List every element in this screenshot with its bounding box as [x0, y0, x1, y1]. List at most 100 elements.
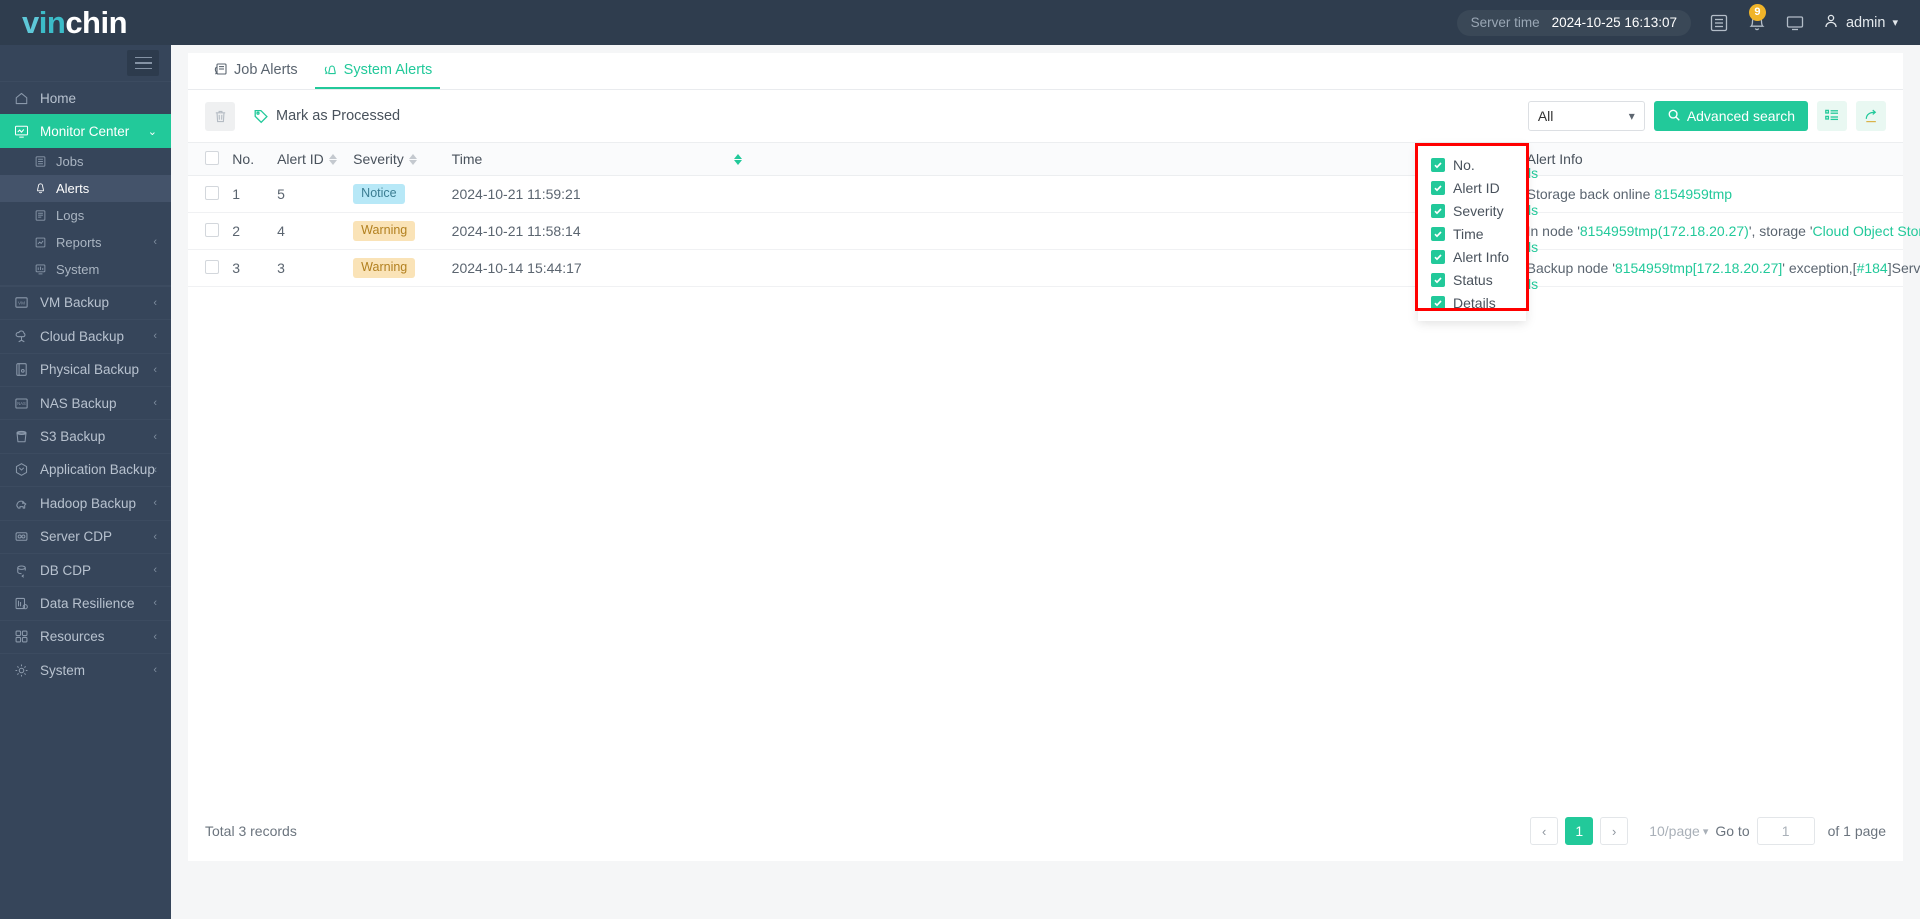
row-checkbox[interactable] [205, 260, 219, 274]
tab-system-alerts[interactable]: System Alerts [315, 53, 441, 89]
details-link-fragment[interactable]: ls [1528, 276, 1538, 292]
sidebar-subitem-label: System [56, 262, 99, 277]
app-icon [14, 462, 36, 477]
sidebar-item-system[interactable]: System‹ [0, 653, 171, 686]
trash-icon[interactable] [205, 102, 235, 131]
user-icon [1823, 13, 1839, 33]
mark-as-processed-label: Mark as Processed [276, 108, 400, 124]
sidebar-subitem-logs[interactable]: Logs [0, 202, 171, 229]
sidebar-item-nas-backup[interactable]: NASNAS Backup‹ [0, 386, 171, 419]
sidebar-subitem-alerts[interactable]: Alerts [0, 175, 171, 202]
filter-select[interactable]: All ▾ [1528, 101, 1645, 131]
column-option-time[interactable]: Time [1418, 222, 1526, 245]
select-all-checkbox[interactable] [205, 151, 219, 165]
sidebar-item-label: Physical Backup [40, 362, 139, 377]
export-icon[interactable] [1856, 101, 1886, 131]
checkbox-checked-icon[interactable] [1431, 204, 1445, 218]
sidebar-item-label: Data Resilience [40, 596, 135, 611]
checkbox-checked-icon[interactable] [1431, 181, 1445, 195]
sidebar-item-vm-backup[interactable]: VMVM Backup‹ [0, 286, 171, 319]
sidebar-item-home[interactable]: Home [0, 81, 171, 114]
alert-info-part: ', storage ' [1749, 223, 1813, 239]
checkbox-checked-icon[interactable] [1431, 227, 1445, 241]
sidebar-item-label: VM Backup [40, 295, 109, 310]
column-option-no-[interactable]: No. [1418, 153, 1526, 176]
checkbox-checked-icon[interactable] [1431, 273, 1445, 287]
tab-job-alerts[interactable]: Job Alerts [205, 53, 306, 89]
column-option-alert-id[interactable]: Alert ID [1418, 176, 1526, 199]
prev-page-button[interactable]: ‹ [1530, 817, 1558, 845]
table-row[interactable]: 24Warning2024-10-21 11:58:14In node '815… [188, 213, 1903, 250]
table-row[interactable]: 33Warning2024-10-14 15:44:17Backup node … [188, 250, 1903, 287]
sidebar-item-data-resilience[interactable]: Data Resilience‹ [0, 586, 171, 619]
server-icon [14, 362, 36, 377]
checkbox-checked-icon[interactable] [1431, 158, 1445, 172]
main-content: Job Alerts System Alerts Mark as Processe… [171, 45, 1920, 919]
sidebar-subitem-jobs[interactable]: Jobs [0, 148, 171, 175]
monitor-center-submenu: Jobs Alerts LogsReports‹ System [0, 148, 171, 286]
sidebar-item-label: Application Backup [40, 462, 155, 477]
sidebar-subitem-label: Alerts [56, 181, 89, 196]
sidebar-subitem-reports[interactable]: Reports‹ [0, 229, 171, 256]
details-link-fragment[interactable]: ls [1528, 202, 1538, 218]
column-option-label: Status [1453, 272, 1493, 288]
cell-no: 1 [228, 176, 273, 213]
column-option-severity[interactable]: Severity [1418, 199, 1526, 222]
column-visibility-panel[interactable]: No.Alert IDSeverityTimeAlert Info Status D… [1418, 146, 1526, 321]
col-alert-id[interactable]: Alert ID [273, 143, 349, 176]
sidebar-item-monitor-center[interactable]: Monitor Center⌄ [0, 114, 171, 147]
tag-icon [253, 108, 269, 124]
chevron-right-icon: ‹ [153, 564, 157, 576]
monitor-icon[interactable] [1785, 13, 1805, 33]
row-checkbox[interactable] [205, 186, 219, 200]
sidebar-item-s3-backup[interactable]: S3 Backup‹ [0, 419, 171, 452]
bell-icon[interactable]: 9 [1747, 13, 1767, 33]
monitor-center-icon [14, 124, 36, 139]
advanced-search-button[interactable]: Advanced search [1654, 101, 1808, 131]
checkbox-checked-icon[interactable] [1431, 296, 1445, 310]
columns-settings-icon[interactable] [1817, 101, 1847, 131]
details-link-fragment[interactable]: ls [1528, 239, 1538, 255]
sidebar-item-db-cdp[interactable]: DB CDP‹ [0, 553, 171, 586]
sidebar-item-label: System [40, 663, 85, 678]
mark-as-processed-button[interactable]: Mark as Processed [253, 108, 400, 124]
sidebar-item-physical-backup[interactable]: Physical Backup‹ [0, 353, 171, 386]
checkbox-checked-icon[interactable] [1431, 250, 1445, 264]
tab-label: System Alerts [344, 62, 433, 78]
details-link-fragment[interactable]: ls [1528, 165, 1538, 181]
db-cdp-icon [14, 563, 36, 578]
sidebar-item-hadoop-backup[interactable]: Hadoop Backup‹ [0, 486, 171, 519]
sidebar-item-resources[interactable]: Resources‹ [0, 620, 171, 653]
table-row[interactable]: 15Notice2024-10-21 11:59:21Storage back … [188, 176, 1903, 213]
alert-info-part: In node ' [1527, 223, 1580, 239]
sidebar-subitem-system[interactable]: System [0, 256, 171, 283]
alert-info-part: Cloud Object Storage1 [1813, 223, 1920, 239]
column-option-details[interactable]: Details [1418, 291, 1526, 314]
sort-severity-icon[interactable] [409, 154, 417, 165]
tab-label: Job Alerts [234, 62, 298, 78]
hadoop-icon [14, 496, 36, 511]
cell-alert-id: 3 [273, 250, 349, 287]
sort-time-icon[interactable] [734, 154, 742, 165]
cell-severity: Notice [349, 176, 448, 213]
sort-alert-id-icon[interactable] [329, 154, 337, 165]
next-page-button[interactable]: › [1600, 817, 1628, 845]
sidebar-item-application-backup[interactable]: Application Backup‹ [0, 453, 171, 486]
row-checkbox[interactable] [205, 223, 219, 237]
sidebar-item-cloud-backup[interactable]: Cloud Backup‹ [0, 319, 171, 352]
row-select-cell [188, 213, 228, 250]
user-menu[interactable]: admin ▾ [1823, 13, 1898, 33]
col-severity[interactable]: Severity [349, 143, 448, 176]
page-size-select[interactable]: 10/page ▾ [1649, 823, 1708, 839]
sidebar-collapse-row [0, 45, 171, 81]
hamburger-icon[interactable] [127, 50, 159, 76]
column-option-status[interactable]: Status [1418, 268, 1526, 291]
goto-page-input[interactable]: 1 [1757, 817, 1815, 845]
logo-part-chin: chin [65, 5, 127, 40]
page-button-1[interactable]: 1 [1565, 817, 1593, 845]
list-icon[interactable] [1709, 13, 1729, 33]
cell-alert-info: Backup node '8154959tmp[172.18.20.27]' e… [1769, 250, 1903, 287]
resources-icon [14, 629, 36, 644]
sidebar-item-server-cdp[interactable]: Server CDP‹ [0, 520, 171, 553]
column-option-alert-info[interactable]: Alert Info [1418, 245, 1526, 268]
